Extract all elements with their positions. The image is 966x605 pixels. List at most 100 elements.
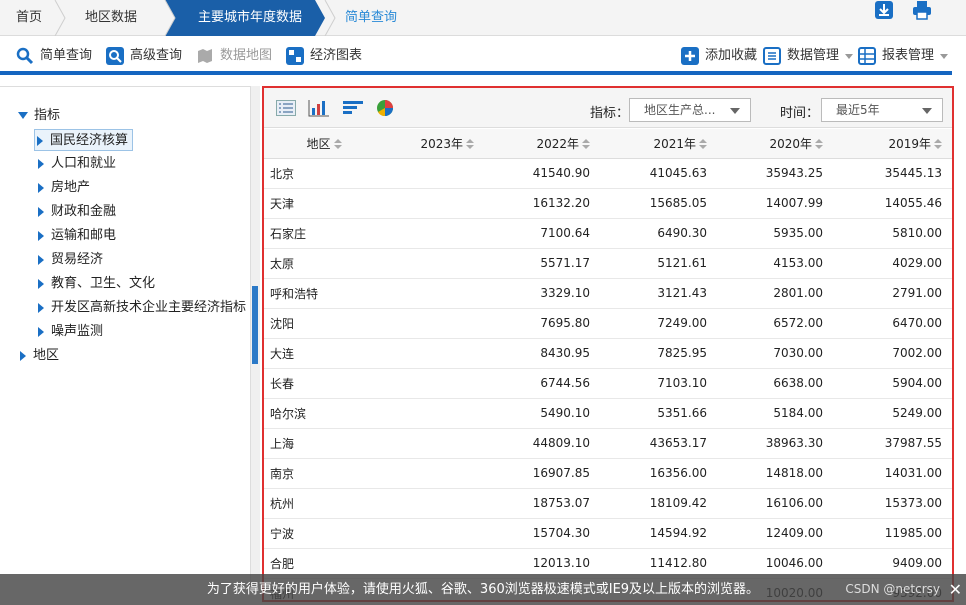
table-row: 杭州 18753.07 18109.42 16106.00 15373.00 (264, 488, 952, 519)
breadcrumb-home[interactable]: 首页 (16, 0, 42, 36)
collapsed-arrow-icon (38, 278, 44, 289)
sort-icon[interactable] (699, 139, 707, 150)
download-icon[interactable] (874, 0, 894, 20)
tree-node-finance[interactable]: 财政和金融 (38, 201, 116, 223)
sort-icon[interactable] (582, 139, 590, 150)
value-cell (384, 428, 484, 459)
time-select[interactable]: 最近5年 (821, 98, 943, 122)
value-cell: 15373.00 (833, 488, 952, 519)
collapsed-arrow-icon (37, 135, 43, 146)
sort-icon[interactable] (466, 139, 474, 150)
splitter-grip[interactable] (252, 286, 258, 364)
value-cell (384, 488, 484, 519)
column-header-2021[interactable]: 2021年 (600, 129, 717, 159)
browser-tip-text: 为了获得更好的用户体验，请使用火狐、谷歌、360浏览器极速模式或IE9及以上版本… (206, 582, 760, 597)
breadcrumb-city-yearly[interactable]: 主要城市年度数据 (198, 0, 302, 36)
value-cell: 14594.92 (600, 518, 717, 549)
sort-icon[interactable] (934, 139, 942, 150)
value-cell: 5810.00 (833, 218, 952, 249)
table-row: 长春 6744.56 7103.10 6638.00 5904.00 (264, 368, 952, 399)
econ-chart-label: 经济图表 (310, 48, 363, 63)
value-cell: 14031.00 (833, 458, 952, 489)
report-manage-menu[interactable]: 报表管理 (858, 46, 949, 66)
value-cell: 38963.30 (717, 428, 833, 459)
value-cell (384, 248, 484, 279)
value-cell: 35445.13 (833, 158, 952, 189)
value-cell: 6572.00 (717, 308, 833, 339)
tree-node-population[interactable]: 人口和就业 (38, 153, 116, 175)
tree-node-noise[interactable]: 噪声监测 (38, 321, 103, 343)
expanded-arrow-icon (18, 112, 28, 119)
data-manage-menu[interactable]: 数据管理 (763, 46, 854, 66)
value-cell: 15704.30 (484, 518, 600, 549)
value-cell: 16907.85 (484, 458, 600, 489)
region-cell: 长春 (264, 368, 384, 399)
simple-query-button[interactable]: 简单查询 (16, 46, 92, 66)
tree-node-indicators[interactable]: 指标 (18, 105, 60, 127)
column-header-region[interactable]: 地区 (264, 129, 384, 159)
print-icon[interactable] (912, 0, 932, 20)
table-row: 沈阳 7695.80 7249.00 6572.00 6470.00 (264, 308, 952, 339)
list-icon (763, 47, 781, 65)
horizontal-bar-icon[interactable] (342, 100, 364, 116)
econ-chart-button[interactable]: 经济图表 (286, 46, 362, 66)
value-cell: 11985.00 (833, 518, 952, 549)
value-cell: 6470.00 (833, 308, 952, 339)
watermark: CSDN @netcrsy (845, 582, 940, 596)
breadcrumb-region-data[interactable]: 地区数据 (85, 0, 137, 36)
panel-splitter[interactable] (250, 86, 260, 586)
indicator-label: 指标： (590, 106, 630, 121)
pie-chart-icon[interactable] (376, 99, 394, 117)
indicator-select[interactable]: 地区生产总... (629, 98, 751, 122)
value-cell: 6490.30 (600, 218, 717, 249)
value-cell (384, 398, 484, 429)
tree-node-hightech[interactable]: 开发区高新技术企业主要经济指标 (38, 297, 246, 319)
column-header-2023[interactable]: 2023年 (384, 129, 484, 159)
tree-node-education[interactable]: 教育、卫生、文化 (38, 273, 155, 295)
value-cell: 7002.00 (833, 338, 952, 369)
region-cell: 南京 (264, 458, 384, 489)
value-cell (384, 458, 484, 489)
collapsed-arrow-icon (38, 206, 44, 217)
value-cell: 7100.64 (484, 218, 600, 249)
table-row: 天津 16132.20 15685.05 14007.99 14055.46 (264, 188, 952, 219)
bar-chart-icon[interactable] (308, 99, 330, 117)
value-cell: 4029.00 (833, 248, 952, 279)
value-cell: 5935.00 (717, 218, 833, 249)
data-manage-label: 数据管理 (787, 48, 840, 63)
data-map-button[interactable]: 数据地图 (196, 46, 272, 66)
table-row: 上海 44809.10 43653.17 38963.30 37987.55 (264, 428, 952, 459)
collapsed-arrow-icon (20, 350, 26, 361)
value-cell (384, 518, 484, 549)
map-icon (198, 49, 212, 63)
breadcrumb-simple-query[interactable]: 简单查询 (345, 0, 397, 36)
tree-node-transport[interactable]: 运输和邮电 (38, 225, 116, 247)
tree-node-national-accounts[interactable]: 国民经济核算 (34, 129, 134, 151)
value-cell: 2801.00 (717, 278, 833, 309)
region-cell: 太原 (264, 248, 384, 279)
table-row: 北京 41540.90 41045.63 35943.25 35445.13 (264, 158, 952, 189)
close-icon[interactable]: ✕ (949, 574, 962, 605)
collapsed-arrow-icon (38, 254, 44, 265)
region-cell: 上海 (264, 428, 384, 459)
region-cell: 沈阳 (264, 308, 384, 339)
sort-icon[interactable] (815, 139, 823, 150)
tree-node-real-estate[interactable]: 房地产 (38, 177, 90, 199)
chevron-down-icon (845, 53, 854, 59)
advanced-query-label: 高级查询 (130, 48, 183, 63)
advanced-query-button[interactable]: 高级查询 (106, 46, 182, 66)
column-header-2020[interactable]: 2020年 (717, 129, 833, 159)
advanced-search-icon (106, 47, 124, 65)
table-view-icon[interactable] (276, 100, 296, 116)
add-favorite-button[interactable]: 添加收藏 (681, 46, 757, 66)
panel-toolbar: 指标： 地区生产总... 时间： 最近5年 (264, 88, 952, 128)
value-cell: 41045.63 (600, 158, 717, 189)
tree-node-trade[interactable]: 贸易经济 (38, 249, 103, 271)
tree-node-region[interactable]: 地区 (20, 345, 59, 367)
region-cell: 呼和浩特 (264, 278, 384, 309)
column-header-2022[interactable]: 2022年 (484, 129, 600, 159)
region-cell: 杭州 (264, 488, 384, 519)
column-header-2019[interactable]: 2019年 (833, 129, 952, 159)
data-panel: 指标： 地区生产总... 时间： 最近5年 地区 2023年 2022年 202… (262, 86, 954, 602)
sort-icon[interactable] (333, 139, 342, 150)
